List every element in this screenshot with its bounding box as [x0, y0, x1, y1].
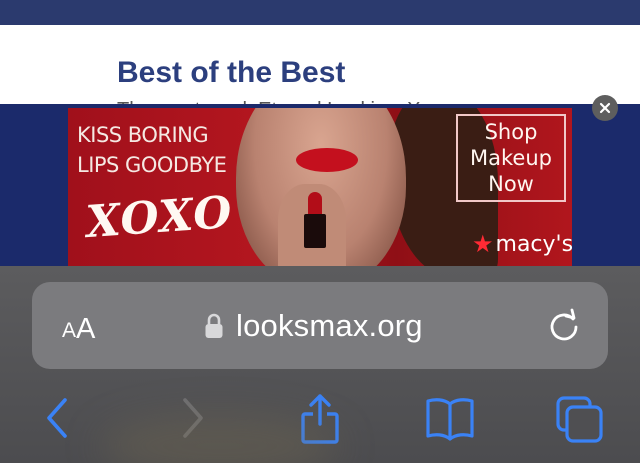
star-icon: ★ [472, 230, 494, 258]
tabs-button[interactable] [554, 390, 606, 446]
book-icon [426, 398, 474, 441]
ad-creative[interactable]: KISS BORING LIPS GOODBYE XOXO Shop Makeu… [68, 108, 572, 266]
close-icon [599, 102, 611, 114]
browser-toolbar: A A looksmax.org [0, 266, 640, 463]
chevron-left-icon [47, 398, 67, 438]
address-bar[interactable]: A A looksmax.org [32, 282, 608, 369]
lipstick-tip [308, 192, 322, 216]
ad-headline-line-1: KISS BORING [77, 123, 209, 147]
cta-line-3: Now [488, 172, 534, 196]
lock-icon [205, 313, 223, 338]
chevron-right-icon [183, 398, 203, 438]
page-content: Best of the Best The most-read, Eternal … [0, 25, 640, 110]
ad-brand-logo: ★ macy's [472, 230, 572, 258]
page-heading: Best of the Best [117, 56, 346, 89]
forward-button[interactable] [166, 390, 218, 446]
shop-makeup-now-button[interactable]: Shop Makeup Now [456, 114, 566, 202]
text-size-small-label: A [62, 319, 77, 342]
lipstick-body [304, 214, 326, 248]
reload-icon[interactable] [546, 308, 582, 344]
ad-headline: KISS BORING LIPS GOODBYE [77, 120, 227, 180]
ad-logo-text: XOXO [84, 186, 235, 249]
share-icon [301, 394, 339, 444]
text-size-button[interactable]: A A [62, 306, 112, 346]
cta-line-1: Shop [484, 120, 538, 144]
close-ad-button[interactable] [592, 95, 618, 121]
site-header-bar [0, 0, 640, 25]
back-button[interactable] [32, 390, 84, 446]
cta-line-2: Makeup [470, 146, 552, 170]
share-button[interactable] [294, 390, 346, 446]
url-text: looksmax.org [236, 308, 423, 343]
ad-model-lips [296, 148, 358, 172]
text-size-big-label: A [76, 313, 96, 345]
ad-headline-line-2: LIPS GOODBYE [77, 153, 227, 177]
bookmarks-button[interactable] [424, 390, 476, 446]
ad-brand-name: macy's [495, 231, 572, 257]
tabs-icon [556, 396, 603, 443]
ad-banner[interactable]: KISS BORING LIPS GOODBYE XOXO Shop Makeu… [0, 104, 640, 266]
url-display[interactable]: looksmax.org [204, 304, 423, 348]
